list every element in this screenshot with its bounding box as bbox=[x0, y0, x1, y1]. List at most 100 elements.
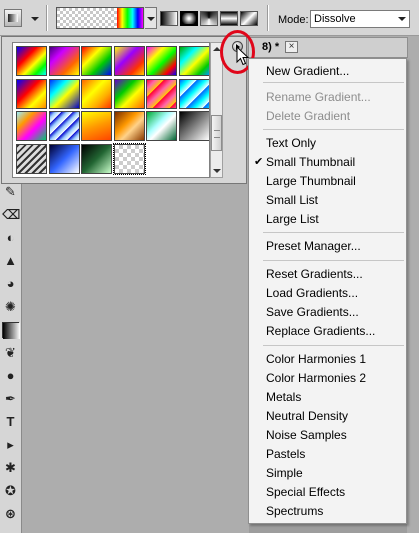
menu-item-label: Rename Gradient... bbox=[266, 90, 371, 104]
gradient-swatch-hatched-silver[interactable] bbox=[16, 143, 47, 174]
radial-gradient-icon[interactable] bbox=[180, 11, 198, 26]
gradient-swatch-red-green-blue[interactable] bbox=[81, 46, 112, 76]
shape-icon[interactable]: ✱ bbox=[2, 460, 19, 476]
gradient-swatch-violet-orange[interactable] bbox=[48, 46, 80, 76]
burn-icon[interactable]: ❦ bbox=[2, 345, 19, 361]
menu-item-load-gradients[interactable]: Load Gradients... bbox=[266, 284, 358, 303]
gradient-swatch-blue-stripe-white[interactable] bbox=[48, 111, 80, 141]
smudge-icon[interactable]: ◕ bbox=[2, 276, 19, 292]
gradient-swatch-black-white[interactable] bbox=[178, 111, 209, 141]
3d-orbit-icon[interactable]: ⊛ bbox=[2, 506, 19, 522]
menu-separator bbox=[263, 82, 404, 83]
gradient-swatch-transparent-rainbow[interactable] bbox=[16, 111, 47, 141]
brush-icon-glyph: ✎ bbox=[5, 184, 16, 199]
menu-separator bbox=[263, 129, 404, 130]
gradient-swatch-rainbow-diagonal[interactable] bbox=[146, 46, 177, 76]
gradient-swatch-yellow-orange[interactable] bbox=[81, 111, 112, 141]
gradient-swatch-yellow-violet-orange[interactable] bbox=[113, 46, 145, 76]
pen-icon[interactable]: ✒ bbox=[2, 391, 19, 407]
angle-gradient-icon[interactable] bbox=[200, 11, 218, 26]
dodge-icon[interactable]: ● bbox=[2, 368, 19, 384]
gradient-preview[interactable] bbox=[56, 7, 144, 29]
menu-item-text-only[interactable]: Text Only bbox=[266, 134, 316, 153]
reflected-gradient-icon[interactable] bbox=[220, 11, 238, 26]
menu-item-metals[interactable]: Metals bbox=[266, 388, 301, 407]
menu-item-pastels[interactable]: Pastels bbox=[266, 445, 305, 464]
menu-item-simple[interactable]: Simple bbox=[266, 464, 303, 483]
menu-item-rename-gradient: Rename Gradient... bbox=[266, 88, 371, 107]
menu-item-noise-samples[interactable]: Noise Samples bbox=[266, 426, 347, 445]
chevron-down-icon[interactable] bbox=[31, 17, 39, 21]
menu-item-spectrums[interactable]: Spectrums bbox=[266, 502, 323, 521]
gradient-tool-preset-icon[interactable] bbox=[4, 9, 22, 27]
gradient-panel-menu: New Gradient... Rename Gradient... Delete … bbox=[248, 58, 407, 524]
gradient-swatch-copper[interactable] bbox=[113, 111, 145, 141]
3d-orbit-icon-glyph: ⊛ bbox=[5, 506, 16, 521]
gradient-swatch-orange-yellow-orange[interactable] bbox=[81, 78, 112, 109]
path-select-icon-glyph: ▸ bbox=[7, 437, 14, 452]
pen-icon-glyph: ✒ bbox=[5, 391, 16, 406]
type-icon[interactable]: T bbox=[2, 414, 19, 430]
divider bbox=[267, 5, 269, 31]
gradient-swatch-blue-red-yellow[interactable] bbox=[16, 78, 47, 109]
gradient-swatch-violet-green-orange[interactable] bbox=[113, 78, 145, 109]
scrollbar-thumb[interactable] bbox=[211, 115, 222, 151]
stamp-icon[interactable]: ▲ bbox=[2, 253, 19, 269]
gradient-swatch-navy-blue[interactable] bbox=[48, 143, 80, 174]
menu-item-reset-gradients[interactable]: Reset Gradients... bbox=[266, 265, 363, 284]
brush-icon[interactable]: ✎ bbox=[2, 184, 19, 200]
menu-item-label: Pastels bbox=[266, 447, 306, 461]
options-bar: Mode: Dissolve bbox=[0, 0, 419, 36]
gradient-icon[interactable] bbox=[2, 322, 20, 339]
eraser-icon[interactable]: ⌫ bbox=[2, 207, 20, 223]
gradient-picker-panel bbox=[1, 36, 247, 184]
menu-item-label: Small List bbox=[266, 193, 319, 207]
menu-item-special-effects[interactable]: Special Effects bbox=[266, 483, 345, 502]
linear-gradient-icon[interactable] bbox=[160, 11, 178, 26]
gradient-swatch-black-green[interactable] bbox=[81, 143, 112, 174]
chevron-down-icon bbox=[398, 17, 406, 21]
menu-item-large-thumbnail[interactable]: Large Thumbnail bbox=[266, 172, 356, 191]
gradient-swatch-blue-cyan-stripe[interactable] bbox=[178, 78, 209, 109]
menu-item-label: Simple bbox=[266, 466, 303, 480]
menu-item-delete-gradient: Delete Gradient bbox=[266, 107, 350, 126]
menu-item-small-thumbnail[interactable]: ✔ Small Thumbnail bbox=[254, 153, 355, 172]
path-select-icon[interactable]: ▸ bbox=[2, 437, 19, 453]
smudge-icon-glyph: ◕ bbox=[6, 276, 15, 291]
scroll-down-icon[interactable] bbox=[213, 169, 221, 173]
menu-item-new-gradient[interactable]: New Gradient... bbox=[266, 62, 349, 81]
close-icon[interactable]: × bbox=[285, 41, 298, 53]
menu-item-label: Large List bbox=[266, 212, 319, 226]
gradient-swatch-green-blue-stripe[interactable] bbox=[178, 46, 209, 76]
stamp-icon-glyph: ▲ bbox=[4, 253, 17, 268]
gradient-swatch-chrome-green[interactable] bbox=[146, 111, 177, 141]
mode-select[interactable]: Dissolve bbox=[310, 10, 410, 28]
menu-item-label: Metals bbox=[266, 390, 302, 404]
menu-item-label: Noise Samples bbox=[266, 428, 347, 442]
scrollbar[interactable] bbox=[210, 42, 223, 178]
3d-rotate-icon[interactable]: ✪ bbox=[2, 483, 19, 499]
menu-item-label: Color Harmonies 1 bbox=[266, 352, 367, 366]
menu-item-small-list[interactable]: Small List bbox=[266, 191, 318, 210]
menu-item-color-harmonies-1[interactable]: Color Harmonies 1 bbox=[266, 350, 366, 369]
document-tab[interactable]: 8) * × bbox=[248, 37, 408, 58]
menu-item-color-harmonies-2[interactable]: Color Harmonies 2 bbox=[266, 369, 366, 388]
menu-item-replace-gradients[interactable]: Replace Gradients... bbox=[266, 322, 375, 341]
gradient-swatch-transparent-checker[interactable] bbox=[112, 142, 146, 175]
diamond-gradient-icon[interactable] bbox=[240, 11, 258, 26]
gradient-swatch-red-pink-stripe[interactable] bbox=[146, 78, 177, 109]
gradient-swatch-blue-yellow-blue[interactable] bbox=[48, 78, 80, 109]
menu-item-preset-manager[interactable]: Preset Manager... bbox=[266, 237, 361, 256]
gradient-picker-toggle[interactable] bbox=[145, 7, 157, 29]
menu-item-label: Save Gradients... bbox=[266, 305, 359, 319]
menu-item-save-gradients[interactable]: Save Gradients... bbox=[266, 303, 359, 322]
gradient-swatch-spectrum-diagonal[interactable] bbox=[16, 46, 47, 76]
menu-item-neutral-density[interactable]: Neutral Density bbox=[266, 407, 348, 426]
burn-icon-glyph: ❦ bbox=[5, 345, 16, 360]
bucket-icon[interactable]: ◐ bbox=[2, 230, 19, 246]
type-icon-glyph: T bbox=[6, 414, 15, 429]
checkmark-icon: ✔ bbox=[254, 156, 264, 168]
sponge-icon[interactable]: ✺ bbox=[2, 299, 19, 315]
menu-item-large-list[interactable]: Large List bbox=[266, 210, 319, 229]
menu-item-label: Color Harmonies 2 bbox=[266, 371, 367, 385]
